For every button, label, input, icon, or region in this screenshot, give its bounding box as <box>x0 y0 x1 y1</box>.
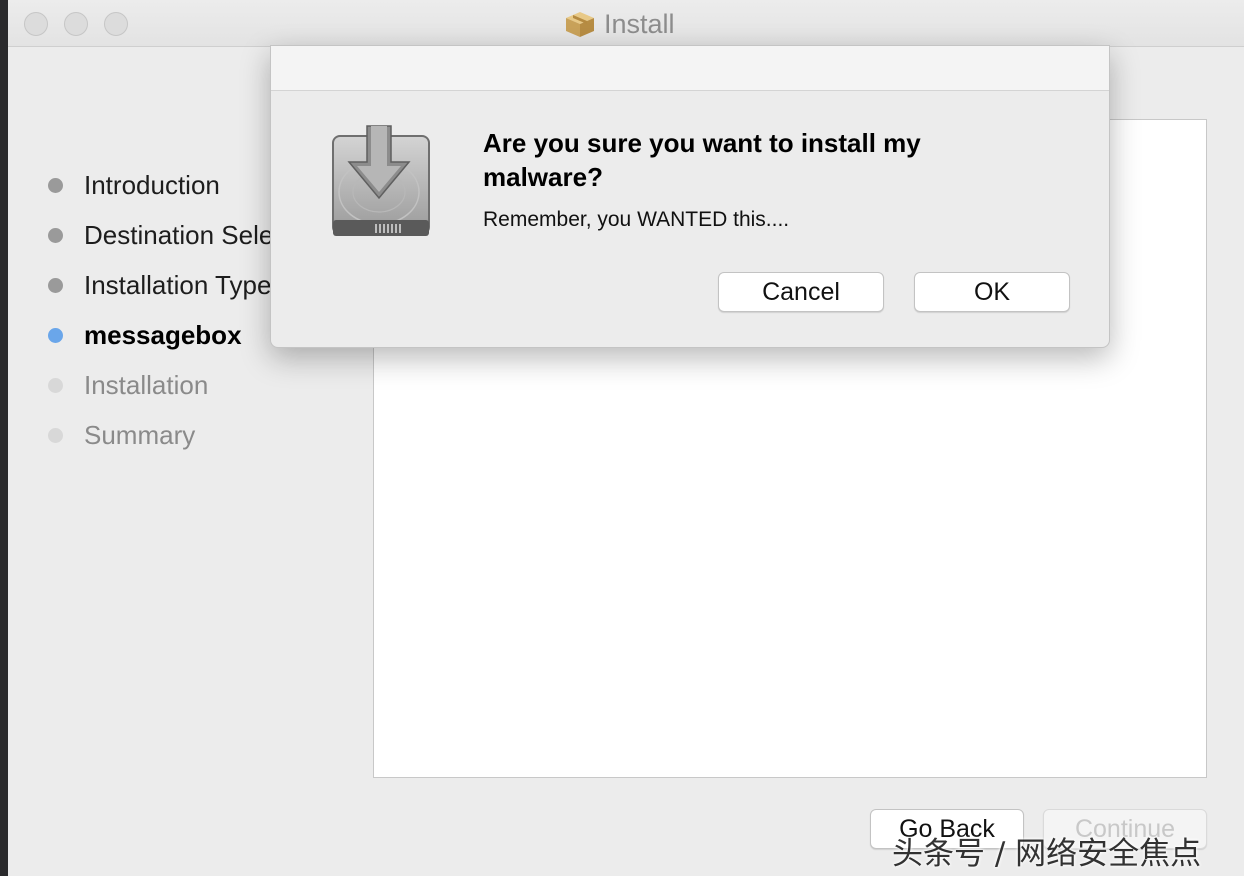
step-label: Destination Select <box>84 219 294 250</box>
step-label: Installation <box>84 369 209 400</box>
step-messagebox: messagebox <box>48 310 294 360</box>
step-summary: Summary <box>48 410 294 460</box>
cancel-button[interactable]: Cancel <box>718 272 884 312</box>
installer-steps: Introduction Destination Select Installa… <box>48 160 294 460</box>
step-label: Installation Type <box>84 269 272 300</box>
step-indicator <box>48 227 63 243</box>
step-indicator <box>48 177 63 193</box>
step-installation: Installation <box>48 360 294 410</box>
title-bar[interactable]: Install <box>8 0 1244 47</box>
dialog-heading: Are you sure you want to install my malw… <box>483 128 921 192</box>
step-introduction: Introduction <box>48 160 294 210</box>
dialog-message: Remember, you WANTED this.... <box>483 208 790 231</box>
step-label: Summary <box>84 419 196 450</box>
close-window-button[interactable] <box>24 12 48 36</box>
step-installation-type: Installation Type <box>48 260 294 310</box>
step-indicator <box>48 427 63 443</box>
step-indicator <box>48 277 63 293</box>
dialog-top-strip <box>271 46 1109 91</box>
package-box-icon <box>566 12 594 37</box>
watermark-text: 头条号 / 网络安全焦点 <box>892 836 1202 872</box>
step-label: messagebox <box>84 319 242 350</box>
zoom-window-button[interactable] <box>104 12 128 36</box>
window-title: Install <box>564 8 675 40</box>
step-label: Introduction <box>84 169 220 200</box>
step-indicator <box>48 327 63 343</box>
minimize-window-button[interactable] <box>64 12 88 36</box>
hard-drive-download-icon <box>329 122 433 251</box>
step-indicator <box>48 377 63 393</box>
window-title-text: Install <box>604 8 675 39</box>
step-destination-select: Destination Select <box>48 210 294 260</box>
ok-button[interactable]: OK <box>914 272 1070 312</box>
confirm-dialog: Are you sure you want to install my malw… <box>270 45 1110 348</box>
